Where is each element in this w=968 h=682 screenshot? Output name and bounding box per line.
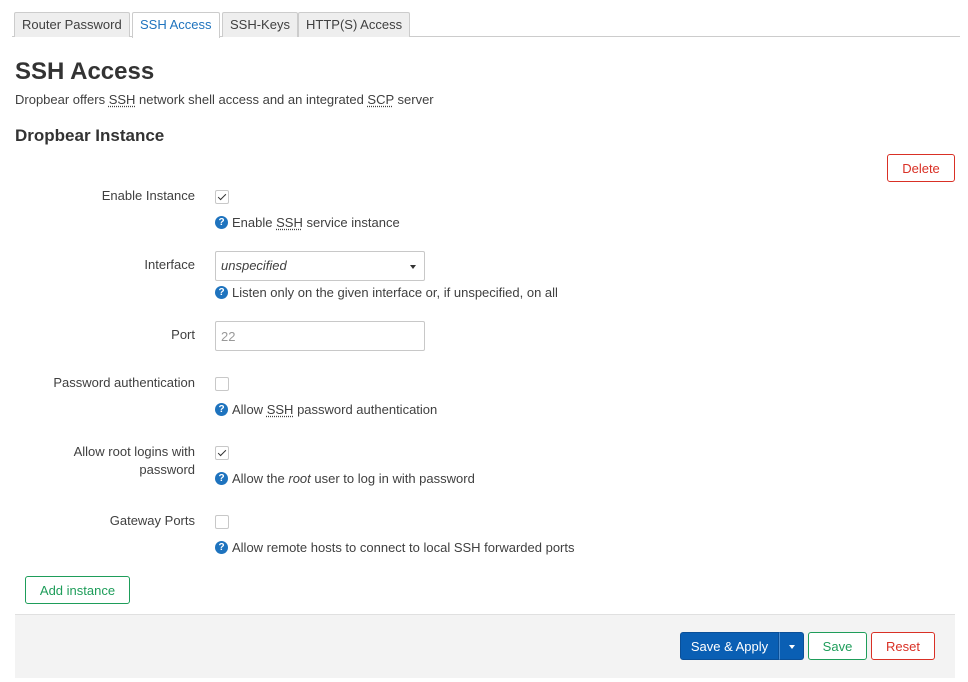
help-icon: ? [215,403,228,416]
page-description: Dropbear offers SSH network shell access… [15,92,434,107]
save-apply-button[interactable]: Save & Apply [680,632,779,660]
tab-router-password[interactable]: Router Password [14,12,130,37]
help-text: password authentication [297,402,438,417]
password-auth-help: ? Allow SSH password authentication [215,402,437,417]
help-text: user to log in with password [314,471,475,486]
delete-button[interactable]: Delete [887,154,955,182]
interface-label: Interface [144,257,195,272]
gateway-ports-checkbox[interactable] [215,515,229,529]
gateway-ports-label: Gateway Ports [109,513,195,528]
scp-abbr: SCP [367,92,394,107]
caret-down-icon [410,265,416,269]
enable-instance-label: Enable Instance [101,188,195,203]
help-text: Enable [232,215,273,230]
help-text: Allow [232,402,264,417]
tab-https-access[interactable]: HTTP(S) Access [298,12,411,37]
tab-bar: Router Password SSH Access SSH-Keys HTTP… [12,12,960,38]
help-icon: ? [215,216,228,229]
page-title: SSH Access [15,58,155,85]
help-text: Allow the [232,471,285,486]
help-icon: ? [215,286,228,299]
port-label: Port [171,327,195,342]
help-text: service instance [306,215,400,230]
ssh-abbr: SSH [108,92,136,107]
caret-down-icon [789,645,795,649]
ssh-abbr: SSH [266,402,294,417]
interface-help: ? Listen only on the given interface or, … [215,285,558,300]
add-instance-button[interactable]: Add instance [25,576,130,604]
desc-text: network shell access and an integrated [135,92,368,107]
desc-text: Dropbear offers [15,92,109,107]
root-emphasis: root [288,471,311,486]
help-text: Allow remote hosts to connect to local S… [232,540,575,555]
tab-ssh-access[interactable]: SSH Access [132,12,220,38]
enable-instance-checkbox[interactable] [215,190,229,204]
check-icon [217,447,227,457]
root-login-label-line1: Allow root logins with [73,444,195,459]
port-input[interactable] [215,321,425,351]
enable-instance-help: ? Enable SSH service instance [215,215,400,230]
help-text: Listen only on the given interface or, i… [232,285,558,300]
password-auth-checkbox[interactable] [215,377,229,391]
help-icon: ? [215,541,228,554]
reset-button[interactable]: Reset [871,632,935,660]
save-apply-group: Save & Apply [680,632,804,660]
root-login-help: ? Allow the root user to log in with pass… [215,471,475,486]
root-login-label: Allow root logins with password [74,443,195,479]
check-icon [217,191,227,201]
interface-select[interactable]: unspecified [215,251,425,281]
ssh-abbr: SSH [276,215,303,230]
save-apply-dropdown-button[interactable] [779,632,804,660]
section-title: Dropbear Instance [15,126,165,145]
gateway-ports-help: ? Allow remote hosts to connect to local … [215,540,575,555]
password-auth-label: Password authentication [53,375,195,390]
help-icon: ? [215,472,228,485]
root-login-label-line2: password [139,462,195,477]
root-login-checkbox[interactable] [215,446,229,460]
desc-text: server [393,92,434,107]
tab-ssh-keys[interactable]: SSH-Keys [222,12,298,37]
interface-selected-value: unspecified [221,258,287,273]
save-button[interactable]: Save [808,632,867,660]
